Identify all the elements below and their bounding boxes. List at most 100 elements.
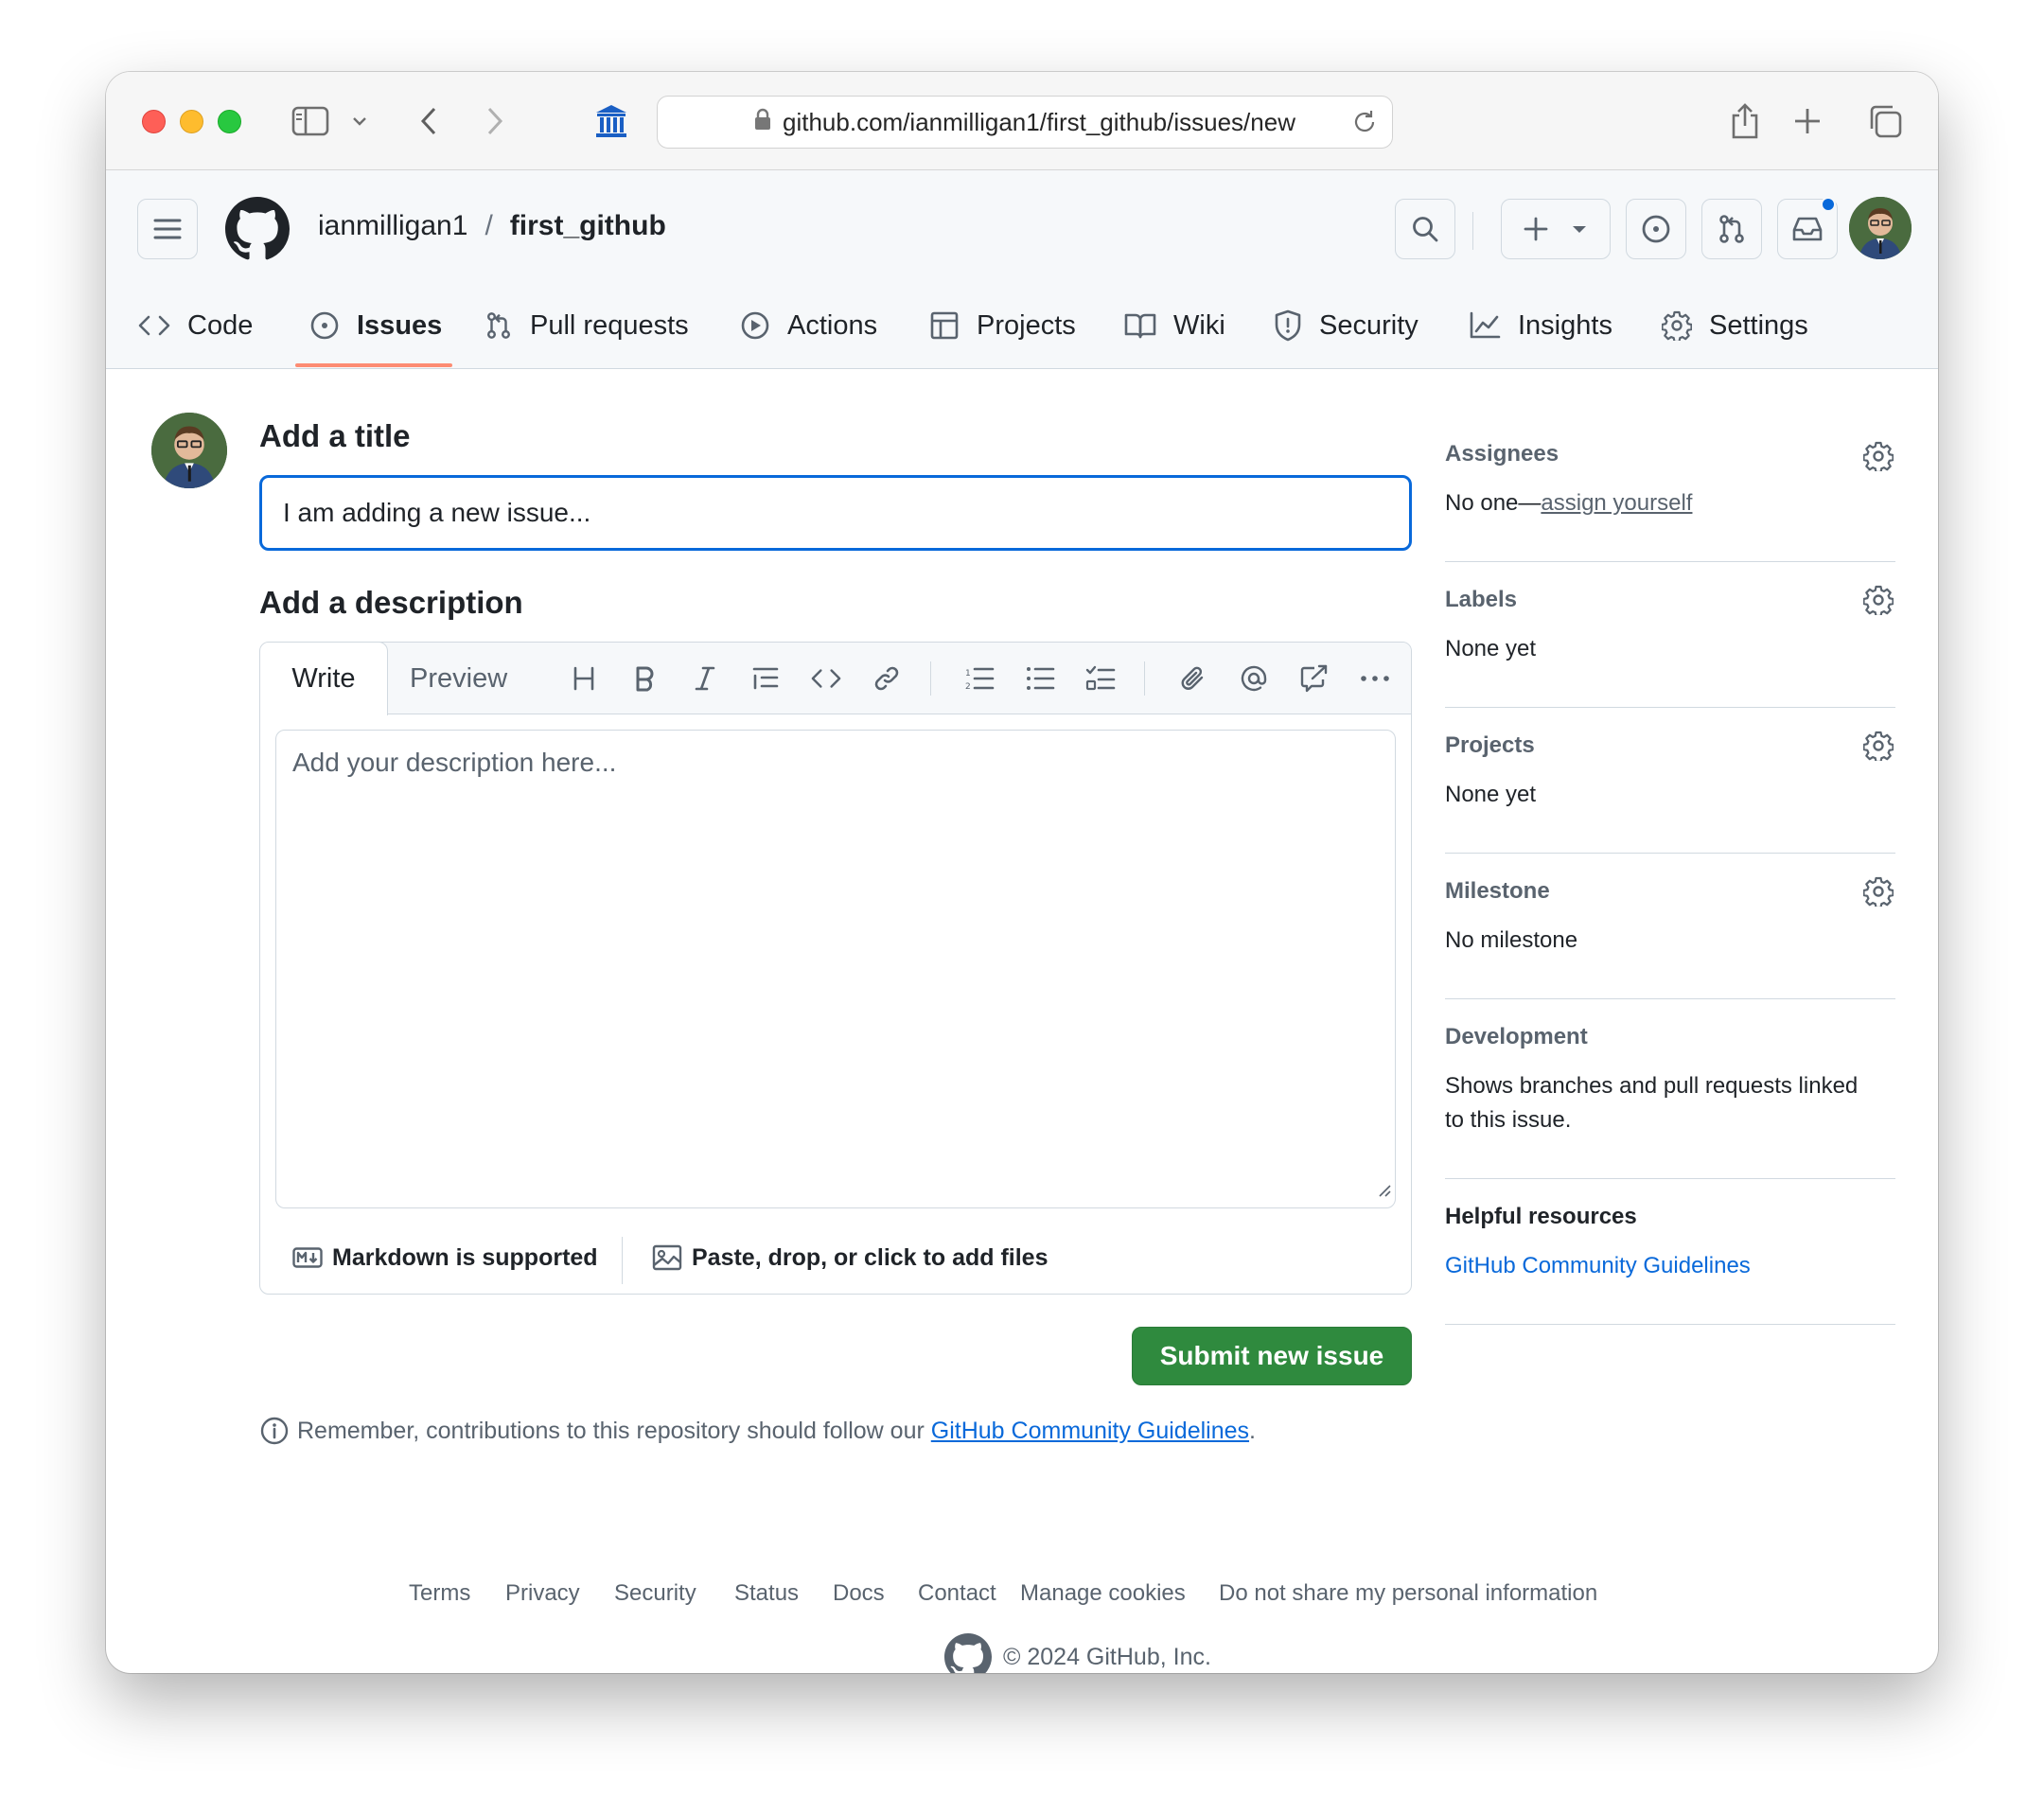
quote-icon[interactable]	[747, 660, 784, 697]
italic-icon[interactable]	[686, 660, 724, 697]
footer-link-status[interactable]: Status	[734, 1580, 799, 1607]
footer-link-manage-cookies[interactable]: Manage cookies	[1020, 1580, 1186, 1607]
more-options-icon[interactable]	[1356, 660, 1394, 697]
assignees-label: Assignees	[1445, 441, 1559, 467]
repo-name-link[interactable]: first_github	[510, 210, 666, 242]
assignees-section: Assignees No one—assign yourself	[1445, 422, 1895, 562]
development-section: Development Shows branches and pull requ…	[1445, 999, 1895, 1179]
description-heading: Add a description	[259, 585, 523, 620]
code-icon[interactable]	[807, 660, 845, 697]
unordered-list-icon[interactable]	[1021, 660, 1059, 697]
sidebar-toggle-icon[interactable]	[290, 100, 331, 142]
tab-pull-requests[interactable]: Pull requests	[485, 282, 689, 369]
breadcrumb-separator: /	[485, 210, 493, 241]
title-input[interactable]: I am adding a new issue...	[259, 475, 1412, 551]
mention-icon[interactable]	[1235, 660, 1273, 697]
tab-security[interactable]: Security	[1274, 282, 1418, 369]
projects-gear-icon[interactable]	[1861, 729, 1895, 763]
resize-handle-icon[interactable]	[1376, 1173, 1391, 1204]
preview-tab[interactable]: Preview	[410, 643, 507, 714]
github-mark-icon[interactable]	[944, 1633, 992, 1673]
user-avatar[interactable]	[1849, 197, 1912, 259]
footer-link-privacy[interactable]: Privacy	[505, 1580, 580, 1607]
minimize-window-button[interactable]	[180, 110, 203, 133]
tab-actions[interactable]: Actions	[740, 282, 877, 369]
description-textarea[interactable]: Add your description here...	[275, 730, 1396, 1208]
reference-icon[interactable]	[1295, 660, 1333, 697]
footer-link-contact[interactable]: Contact	[918, 1580, 996, 1607]
tab-label: Actions	[787, 309, 878, 341]
footer-link-docs[interactable]: Docs	[833, 1580, 885, 1607]
editor-toolbar: Write Preview 12	[260, 643, 1411, 715]
plus-icon	[1524, 217, 1548, 241]
footer-link-terms[interactable]: Terms	[409, 1580, 470, 1607]
reload-icon[interactable]	[1350, 108, 1379, 143]
task-list-icon[interactable]	[1082, 660, 1119, 697]
copyright: © 2024 GitHub, Inc.	[944, 1633, 1211, 1673]
footer-link-do-not-share[interactable]: Do not share my personal information	[1219, 1580, 1597, 1607]
address-bar[interactable]: github.com/ianmilligan1/first_github/iss…	[657, 96, 1393, 149]
attach-note: Paste, drop, or click to add files	[692, 1243, 1048, 1271]
tab-code[interactable]: Code	[138, 282, 253, 369]
footer-divider	[622, 1237, 623, 1284]
issues-button[interactable]	[1626, 199, 1686, 259]
institution-extension-icon[interactable]	[592, 100, 630, 142]
back-arrow-icon[interactable]	[413, 100, 445, 142]
shield-icon	[1275, 309, 1301, 342]
create-new-button[interactable]	[1501, 199, 1611, 259]
contribution-reminder: Remember, contributions to this reposito…	[259, 1416, 1256, 1446]
link-icon[interactable]	[868, 660, 906, 697]
tab-label: Projects	[977, 309, 1076, 341]
bold-icon[interactable]	[626, 660, 663, 697]
forward-arrow-icon[interactable]	[479, 100, 511, 142]
milestone-label: Milestone	[1445, 878, 1550, 904]
close-window-button[interactable]	[142, 110, 166, 133]
tab-label: Issues	[357, 309, 443, 341]
menu-button[interactable]	[137, 199, 198, 259]
image-icon	[652, 1244, 682, 1271]
labels-label: Labels	[1445, 587, 1518, 612]
helpful-resources-section: Helpful resources GitHub Community Guide…	[1445, 1179, 1895, 1325]
code-icon	[138, 315, 170, 336]
pull-requests-button[interactable]	[1701, 199, 1762, 259]
tab-wiki[interactable]: Wiki	[1124, 282, 1225, 369]
ordered-list-icon[interactable]: 12	[960, 660, 998, 697]
author-avatar	[151, 413, 227, 488]
markdown-supported-link[interactable]: Markdown is supported	[292, 1220, 598, 1294]
milestone-gear-icon[interactable]	[1861, 874, 1895, 908]
milestone-section: Milestone No milestone	[1445, 854, 1895, 999]
assignees-gear-icon[interactable]	[1861, 439, 1895, 473]
browser-window: github.com/ianmilligan1/first_github/iss…	[106, 72, 1938, 1673]
tab-label: Insights	[1518, 309, 1612, 341]
chevron-down-icon[interactable]	[348, 100, 371, 142]
heading-icon[interactable]	[565, 660, 603, 697]
table-icon	[930, 311, 959, 340]
community-guidelines-link[interactable]: GitHub Community Guidelines	[931, 1418, 1249, 1445]
inbox-icon	[1792, 217, 1823, 241]
labels-gear-icon[interactable]	[1861, 583, 1895, 617]
paperclip-icon[interactable]	[1174, 660, 1212, 697]
sidebar-community-guidelines-link[interactable]: GitHub Community Guidelines	[1445, 1253, 1751, 1279]
editor-footer: Markdown is supported Paste, drop, or cl…	[260, 1220, 1411, 1294]
new-tab-plus-icon[interactable]	[1788, 100, 1826, 142]
notification-dot	[1821, 197, 1836, 212]
footer-link-security[interactable]: Security	[614, 1580, 696, 1607]
tab-overview-icon[interactable]	[1866, 100, 1904, 142]
search-button[interactable]	[1395, 199, 1455, 259]
projects-section: Projects None yet	[1445, 708, 1895, 854]
tab-projects[interactable]: Projects	[929, 282, 1076, 369]
repo-owner-link[interactable]: ianmilligan1	[318, 210, 467, 242]
labels-value: None yet	[1445, 636, 1537, 661]
tab-settings[interactable]: Settings	[1662, 282, 1808, 369]
assign-yourself-link[interactable]: assign yourself	[1541, 490, 1692, 516]
zoom-window-button[interactable]	[218, 110, 241, 133]
markdown-icon	[292, 1247, 323, 1268]
tab-issues[interactable]: Issues	[309, 282, 442, 369]
tab-insights[interactable]: Insights	[1469, 282, 1612, 369]
write-tab[interactable]: Write	[260, 643, 388, 715]
submit-new-issue-button[interactable]: Submit new issue	[1132, 1327, 1412, 1385]
share-icon[interactable]	[1726, 100, 1764, 142]
github-logo-icon[interactable]	[225, 197, 290, 266]
header-divider	[1472, 212, 1473, 250]
attach-files-button[interactable]: Paste, drop, or click to add files	[652, 1220, 1048, 1294]
